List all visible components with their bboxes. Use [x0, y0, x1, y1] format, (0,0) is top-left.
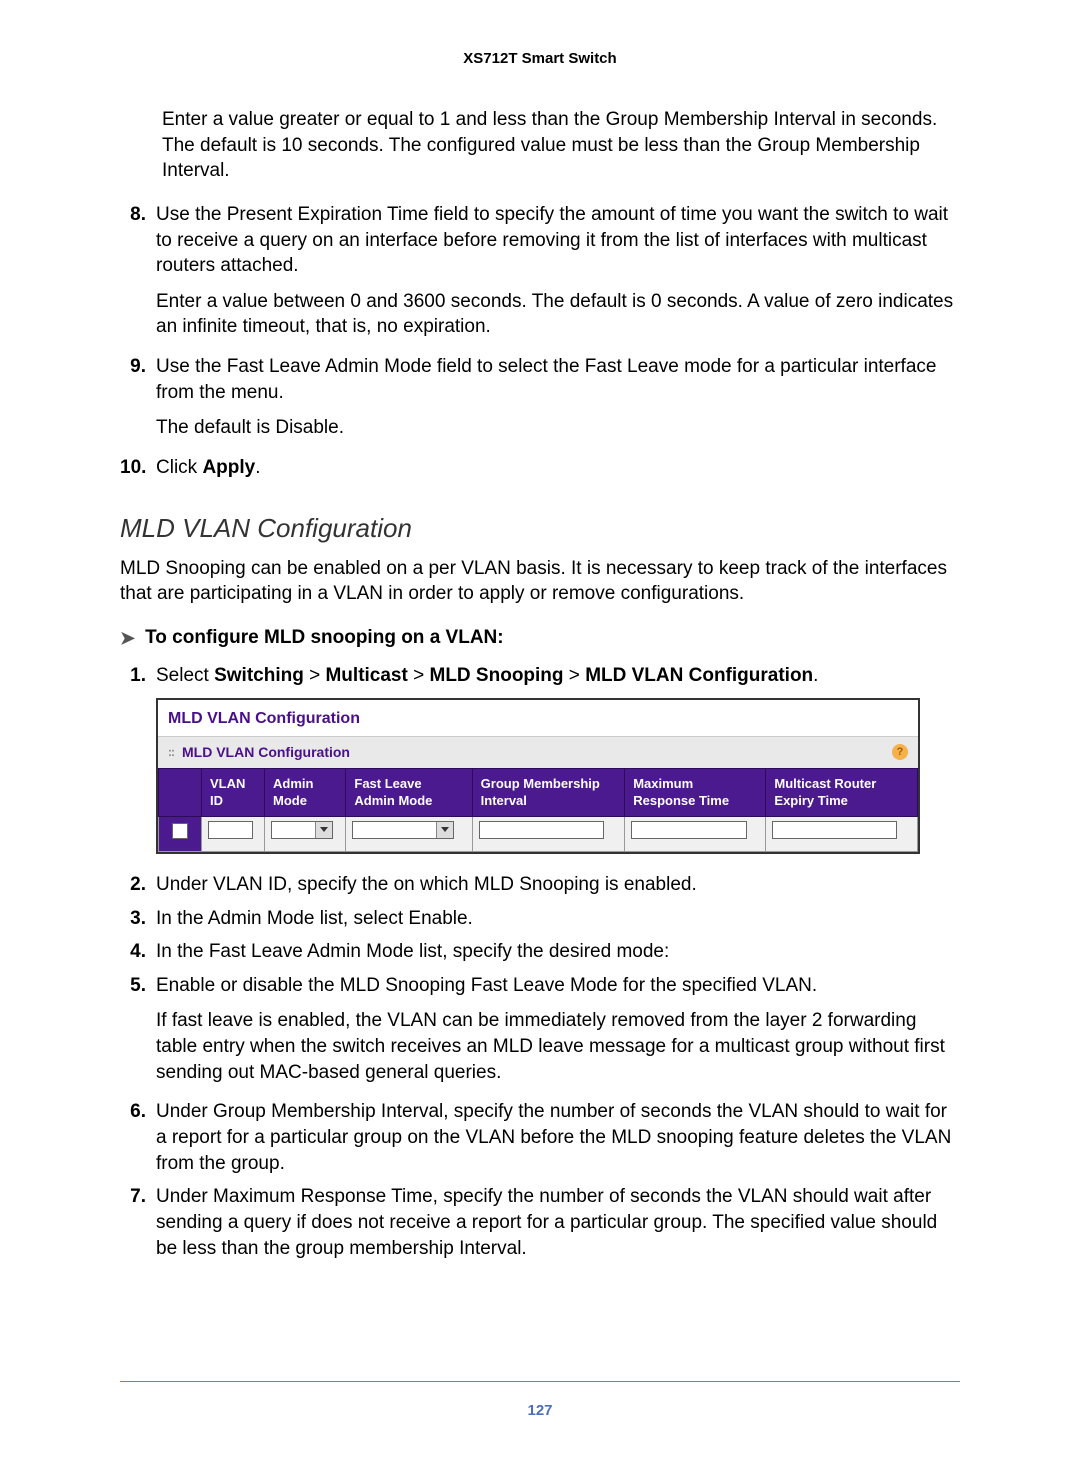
panel-subbar: :: MLD VLAN Configuration ?	[158, 737, 918, 768]
vlan-id-cell	[202, 816, 265, 851]
router-expiry-cell	[766, 816, 918, 851]
procedure-title: To configure MLD snooping on a VLAN:	[145, 625, 504, 651]
row-select-cell	[159, 816, 202, 851]
step-body: Use the Fast Leave Admin Mode field to s…	[156, 354, 960, 405]
step-body: In the Fast Leave Admin Mode list, speci…	[156, 939, 960, 965]
nav-path-part: MLD VLAN Configuration	[585, 665, 813, 686]
nav-path-part: Multicast	[325, 665, 407, 686]
step-suffix: .	[255, 457, 260, 478]
section-intro: MLD Snooping can be enabled on a per VLA…	[120, 556, 960, 607]
step-number: 4.	[120, 939, 146, 965]
step-body: In the Admin Mode list, select Enable.	[156, 906, 960, 932]
vlan-id-input[interactable]	[208, 821, 253, 839]
list-item: 5. Enable or disable the MLD Snooping Fa…	[120, 973, 960, 999]
column-header: Multicast Router Expiry Time	[766, 768, 918, 816]
step-body: Under VLAN ID, specify the on which MLD …	[156, 872, 960, 898]
column-header: Group Membership Interval	[472, 768, 625, 816]
step-number: 2.	[120, 872, 146, 898]
help-icon[interactable]: ?	[892, 744, 908, 760]
panel-subtitle: MLD VLAN Configuration	[182, 743, 350, 762]
column-header: Fast Leave Admin Mode	[346, 768, 472, 816]
step-number: 7.	[120, 1184, 146, 1261]
step-number: 10.	[120, 455, 146, 481]
footer-divider	[120, 1381, 960, 1382]
step-number: 8.	[120, 202, 146, 279]
step-sub: If fast leave is enabled, the VLAN can b…	[156, 1008, 960, 1085]
column-header	[159, 768, 202, 816]
config-table: VLAN IDAdmin ModeFast Leave Admin ModeGr…	[158, 768, 918, 852]
list-item: 3. In the Admin Mode list, select Enable…	[120, 906, 960, 932]
group-interval-cell	[472, 816, 625, 851]
fast-leave-select[interactable]	[352, 821, 454, 839]
table-header-row: VLAN IDAdmin ModeFast Leave Admin ModeGr…	[159, 768, 918, 816]
arrow-icon: ➤	[120, 626, 135, 650]
breadcrumb-sep: >	[304, 665, 326, 686]
step-number: 9.	[120, 354, 146, 405]
step-body: Under Group Membership Interval, specify…	[156, 1099, 960, 1176]
column-header: VLAN ID	[202, 768, 265, 816]
list-item: 9. Use the Fast Leave Admin Mode field t…	[120, 354, 960, 405]
max-response-cell	[625, 816, 766, 851]
page-number: 127	[120, 1402, 960, 1419]
step-number: 1.	[120, 663, 146, 689]
table-row	[159, 816, 918, 851]
step-text: Click	[156, 457, 202, 478]
row-checkbox[interactable]	[172, 823, 188, 839]
step-10: 10. Click Apply.	[120, 455, 960, 481]
mld-vlan-config-screenshot: MLD VLAN Configuration :: MLD VLAN Confi…	[156, 698, 920, 854]
column-header: Admin Mode	[264, 768, 345, 816]
step-body: Enable or disable the MLD Snooping Fast …	[156, 973, 960, 999]
list-item: 4. In the Fast Leave Admin Mode list, sp…	[120, 939, 960, 965]
header-title: XS712T Smart Switch	[120, 50, 960, 67]
breadcrumb-sep: >	[564, 665, 586, 686]
collapse-icon[interactable]: ::	[168, 744, 174, 760]
step-body: Use the Present Expiration Time field to…	[156, 202, 960, 279]
column-header: Maximum Response Time	[625, 768, 766, 816]
procedure-heading: ➤ To configure MLD snooping on a VLAN:	[120, 625, 960, 651]
step-number: 3.	[120, 906, 146, 932]
max-response-input[interactable]	[631, 821, 746, 839]
admin-mode-cell	[264, 816, 345, 851]
breadcrumb-sep: >	[408, 665, 430, 686]
step-body: Under Maximum Response Time, specify the…	[156, 1184, 960, 1261]
step-number: 6.	[120, 1099, 146, 1176]
fast-leave-cell	[346, 816, 472, 851]
intro-paragraph: Enter a value greater or equal to 1 and …	[162, 107, 960, 184]
nav-path-part: MLD Snooping	[430, 665, 564, 686]
step-suffix: .	[813, 665, 818, 686]
step-sub: Enter a value between 0 and 3600 seconds…	[156, 289, 960, 340]
group-interval-input[interactable]	[479, 821, 605, 839]
step-sub: The default is Disable.	[156, 415, 960, 441]
router-expiry-input[interactable]	[772, 821, 897, 839]
nav-path-part: Switching	[214, 665, 304, 686]
panel-title: MLD VLAN Configuration	[158, 700, 918, 737]
list-item: 2. Under VLAN ID, specify the on which M…	[120, 872, 960, 898]
step-text: Select	[156, 665, 214, 686]
step-1: 1. Select Switching > Multicast > MLD Sn…	[120, 663, 960, 689]
list-item: 6. Under Group Membership Interval, spec…	[120, 1099, 960, 1176]
step-number: 5.	[120, 973, 146, 999]
section-heading: MLD VLAN Configuration	[120, 511, 960, 546]
list-item: 7. Under Maximum Response Time, specify …	[120, 1184, 960, 1261]
admin-mode-select[interactable]	[271, 821, 333, 839]
list-item: 8. Use the Present Expiration Time field…	[120, 202, 960, 279]
apply-label: Apply	[202, 457, 255, 478]
